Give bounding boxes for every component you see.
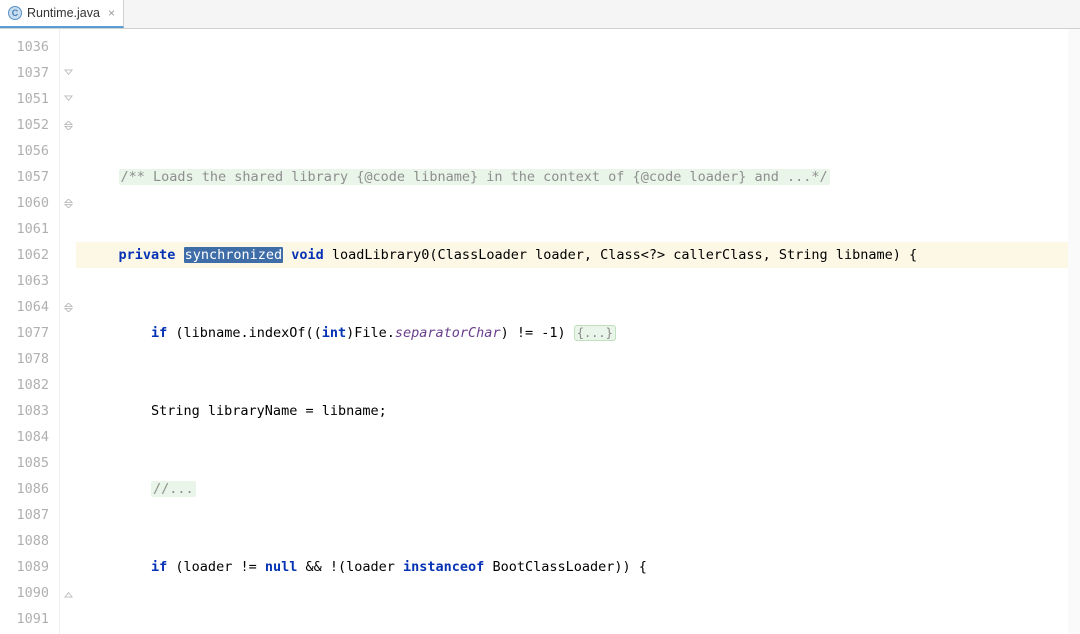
vertical-scrollbar[interactable]: [1068, 29, 1080, 634]
javadoc-comment: /** Loads the shared library {@code libn…: [119, 169, 830, 185]
line-number: 1089: [0, 554, 49, 580]
line-number: 1036: [0, 34, 49, 60]
fold-spacer: [60, 372, 76, 398]
line-number: 1061: [0, 216, 49, 242]
line-number: 1086: [0, 476, 49, 502]
code-line-highlighted[interactable]: private synchronized void loadLibrary0(C…: [76, 242, 1080, 268]
tab-bar: C Runtime.java ×: [0, 0, 1080, 29]
line-number: 1063: [0, 268, 49, 294]
code-line[interactable]: /** Loads the shared library {@code libn…: [76, 164, 1080, 190]
code-line[interactable]: if (loader != null && !(loader instanceo…: [76, 554, 1080, 580]
code-line[interactable]: [76, 86, 1080, 112]
line-number: 1077: [0, 320, 49, 346]
fold-placeholder[interactable]: {...}: [574, 325, 616, 341]
fold-toggle-icon[interactable]: [60, 112, 76, 138]
fold-spacer: [60, 502, 76, 528]
java-class-icon: C: [8, 6, 22, 20]
line-number: 1090: [0, 580, 49, 606]
fold-spacer: [60, 606, 76, 632]
editor-tab[interactable]: C Runtime.java ×: [0, 0, 124, 28]
folded-comment[interactable]: //...: [151, 481, 196, 497]
fold-toggle-icon[interactable]: [60, 86, 76, 112]
line-number: 1037: [0, 60, 49, 86]
line-number-gutter: 1036103710511052105610571060106110621063…: [0, 29, 60, 634]
line-number: 1083: [0, 398, 49, 424]
line-number: 1091: [0, 606, 49, 632]
line-number: 1051: [0, 86, 49, 112]
line-number: 1060: [0, 190, 49, 216]
line-number: 1078: [0, 346, 49, 372]
editor-area[interactable]: 1036103710511052105610571060106110621063…: [0, 29, 1080, 634]
fold-spacer: [60, 476, 76, 502]
fold-spacer: [60, 528, 76, 554]
code-line[interactable]: if (libname.indexOf((int)File.separatorC…: [76, 320, 1080, 346]
fold-spacer: [60, 398, 76, 424]
fold-spacer: [60, 268, 76, 294]
fold-spacer: [60, 554, 76, 580]
fold-spacer: [60, 424, 76, 450]
fold-toggle-icon[interactable]: [60, 294, 76, 320]
line-number: 1064: [0, 294, 49, 320]
line-number: 1056: [0, 138, 49, 164]
line-number: 1082: [0, 372, 49, 398]
code-line[interactable]: String libraryName = libname;: [76, 398, 1080, 424]
fold-spacer: [60, 216, 76, 242]
fold-toggle-icon[interactable]: [60, 580, 76, 606]
code-line[interactable]: //...: [76, 476, 1080, 502]
line-number: 1057: [0, 164, 49, 190]
fold-spacer: [60, 34, 76, 60]
code-content[interactable]: /** Loads the shared library {@code libn…: [76, 29, 1080, 634]
line-number: 1088: [0, 528, 49, 554]
selected-keyword: synchronized: [184, 247, 284, 263]
line-number: 1084: [0, 424, 49, 450]
fold-column: [60, 29, 76, 634]
line-number: 1062: [0, 242, 49, 268]
fold-toggle-icon[interactable]: [60, 190, 76, 216]
fold-spacer: [60, 242, 76, 268]
fold-toggle-icon[interactable]: [60, 60, 76, 86]
line-number: 1052: [0, 112, 49, 138]
fold-spacer: [60, 164, 76, 190]
fold-spacer: [60, 450, 76, 476]
line-number: 1087: [0, 502, 49, 528]
fold-spacer: [60, 320, 76, 346]
line-number: 1085: [0, 450, 49, 476]
fold-spacer: [60, 138, 76, 164]
close-icon[interactable]: ×: [105, 6, 115, 20]
fold-spacer: [60, 346, 76, 372]
tab-filename: Runtime.java: [27, 6, 100, 20]
